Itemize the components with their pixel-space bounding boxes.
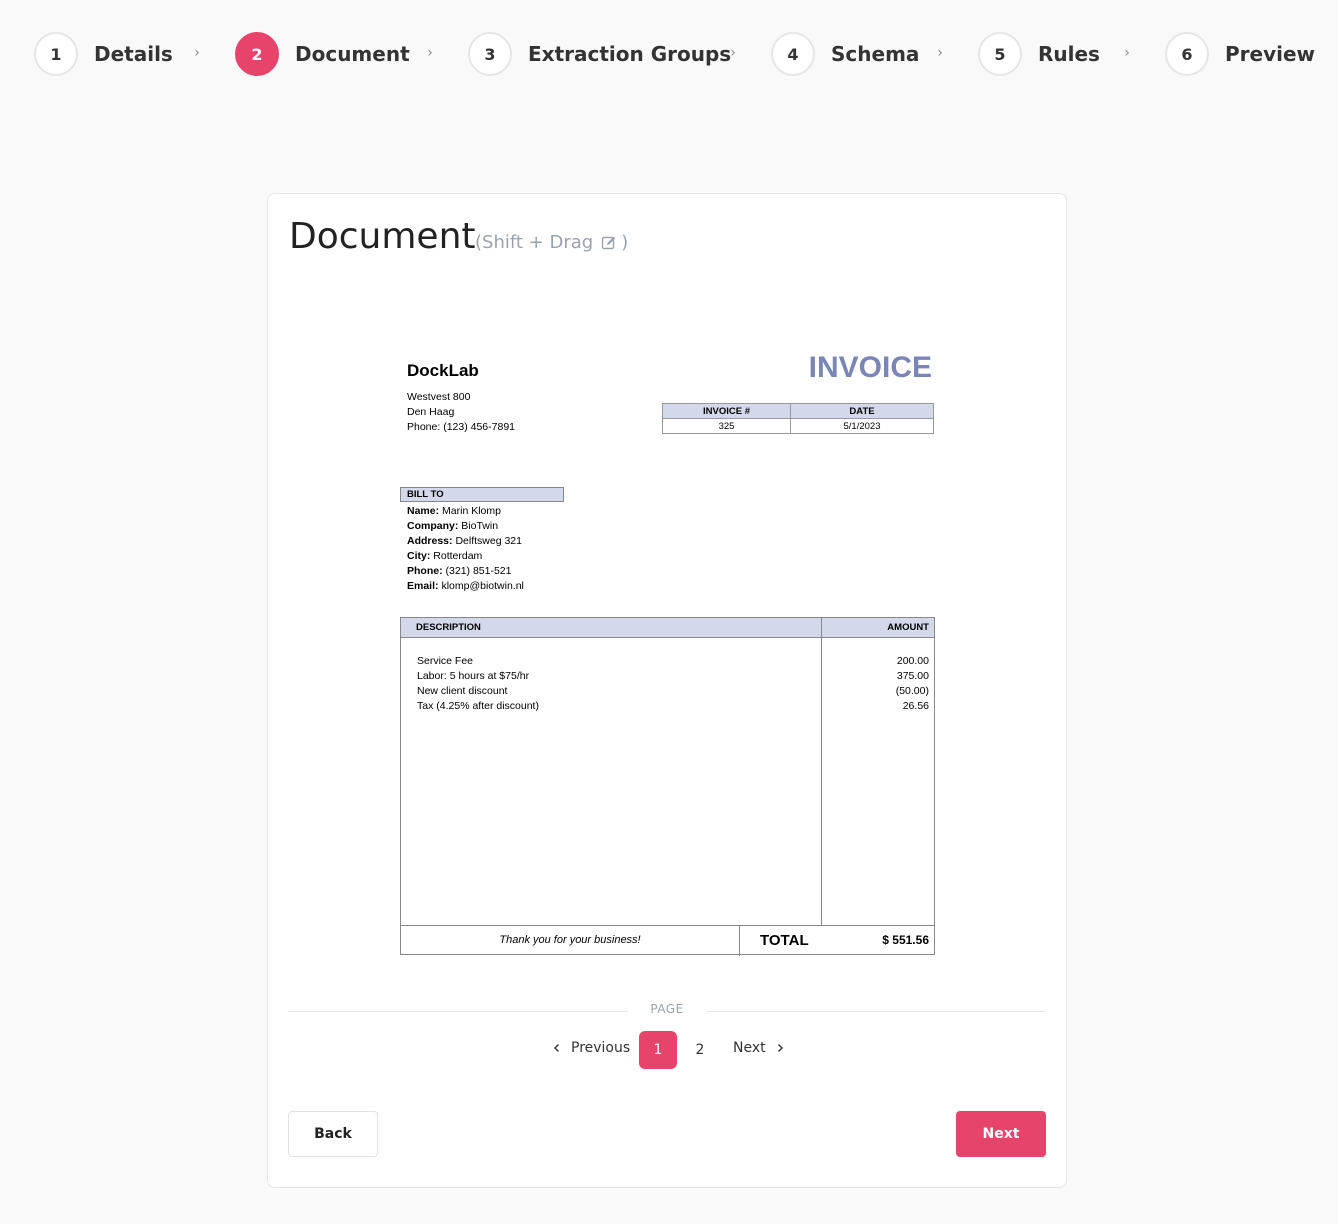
- invoice-meta-table: INVOICE # DATE 325 5/1/2023: [662, 403, 934, 434]
- invoice-number-value: 325: [663, 419, 791, 433]
- step-rules[interactable]: 5 Rules: [978, 32, 1100, 76]
- field-label: City:: [407, 550, 431, 562]
- step-label: Details: [94, 42, 173, 66]
- step-label: Extraction Groups: [528, 42, 732, 66]
- step-number: 4: [771, 32, 815, 76]
- drag-hint: (Shift + Drag ): [475, 232, 628, 253]
- bill-to-header: BILL TO: [400, 487, 564, 502]
- bill-to-line: Company: BioTwin: [407, 520, 498, 532]
- date-header: DATE: [791, 404, 933, 419]
- page-2-button[interactable]: 2: [681, 1031, 719, 1069]
- chevron-right-icon: ›: [194, 45, 200, 61]
- step-number: 2: [235, 32, 279, 76]
- company-name: DockLab: [407, 361, 479, 380]
- chevron-right-icon: ›: [1124, 45, 1130, 61]
- field-value: klomp@biotwin.nl: [441, 580, 524, 592]
- item-amount: 375.00: [896, 670, 929, 682]
- divider-line: [706, 1011, 1046, 1012]
- line-items-header: DESCRIPTION AMOUNT: [401, 618, 934, 638]
- step-label: Schema: [831, 42, 920, 66]
- field-value: Delftsweg 321: [455, 535, 522, 547]
- field-value: (321) 851-521: [445, 565, 512, 577]
- wizard-stepper: 1 Details › 2 Document › 3 Extraction Gr…: [0, 0, 1338, 108]
- page-label: PAGE: [650, 1002, 684, 1016]
- page-title: Document: [289, 216, 476, 257]
- step-document[interactable]: 2 Document: [235, 32, 410, 76]
- field-label: Company:: [407, 520, 459, 532]
- document-card: Document (Shift + Drag ) DockLab Westves…: [267, 193, 1067, 1188]
- bill-to-line: Name: Marin Klomp: [407, 505, 501, 517]
- step-schema[interactable]: 4 Schema: [771, 32, 919, 76]
- item-description: Tax (4.25% after discount): [417, 700, 539, 712]
- hint-prefix: (Shift + Drag: [475, 232, 594, 253]
- bill-to-line: Phone: (321) 851-521: [407, 565, 511, 577]
- field-value: Rotterdam: [433, 550, 483, 562]
- field-label: Name:: [407, 505, 440, 517]
- back-button[interactable]: Back: [288, 1111, 378, 1157]
- bill-to-line: Address: Delftsweg 321: [407, 535, 522, 547]
- page-divider: PAGE: [288, 1002, 1046, 1020]
- line-items-footer: Thank you for your business! TOTAL $ 551…: [401, 925, 934, 956]
- chevron-right-icon: [777, 1044, 783, 1052]
- field-value: Marin Klomp: [442, 505, 501, 517]
- step-number: 3: [468, 32, 512, 76]
- step-label: Preview: [1225, 42, 1316, 66]
- item-description: Service Fee: [417, 655, 474, 667]
- address-line: Phone: (123) 456-7891: [407, 421, 515, 433]
- step-preview[interactable]: 6 Preview: [1165, 32, 1315, 76]
- hint-suffix: ): [621, 232, 629, 253]
- pagination: Previous 1 2 Next: [268, 1031, 1068, 1069]
- address-line: Westvest 800: [407, 391, 471, 403]
- next-label: Next: [733, 1040, 766, 1056]
- chevron-left-icon: [554, 1044, 559, 1052]
- edit-icon: [601, 236, 616, 249]
- page-1-button[interactable]: 1: [639, 1031, 677, 1069]
- next-button[interactable]: Next: [956, 1111, 1046, 1157]
- field-label: Phone:: [407, 565, 443, 577]
- item-amount: 200.00: [896, 655, 929, 667]
- total-label: TOTAL: [760, 932, 809, 949]
- step-label: Rules: [1038, 42, 1100, 66]
- date-value: 5/1/2023: [843, 420, 881, 432]
- step-details[interactable]: 1 Details: [34, 32, 173, 76]
- column-divider: [739, 926, 740, 956]
- step-number: 1: [34, 32, 78, 76]
- field-label: Email:: [407, 580, 439, 592]
- field-value: BioTwin: [461, 520, 499, 532]
- address-line: Den Haag: [407, 406, 455, 418]
- chevron-right-icon: ›: [427, 45, 433, 61]
- field-label: Address:: [407, 535, 453, 547]
- item-amount: (50.00): [895, 685, 929, 697]
- bill-to-line: Email: klomp@biotwin.nl: [407, 580, 524, 592]
- column-divider: [821, 618, 822, 926]
- chevron-right-icon: ›: [937, 45, 943, 61]
- invoice-number-header: INVOICE #: [663, 404, 791, 419]
- invoice-title: INVOICE: [808, 351, 932, 384]
- step-number: 6: [1165, 32, 1209, 76]
- amount-header: AMOUNT: [887, 622, 929, 633]
- item-amount: 26.56: [902, 700, 929, 712]
- document-preview[interactable]: DockLab Westvest 800 Den Haag Phone: (12…: [399, 349, 939, 959]
- previous-label: Previous: [571, 1040, 631, 1056]
- line-items-table: DESCRIPTION AMOUNT Service Fee 200.00 La…: [400, 617, 935, 956]
- item-description: New client discount: [417, 685, 508, 697]
- bill-to-line: City: Rotterdam: [407, 550, 482, 562]
- description-header: DESCRIPTION: [416, 622, 481, 633]
- step-label: Document: [295, 42, 410, 66]
- next-page-button[interactable]: Next: [733, 1040, 785, 1056]
- step-extraction-groups[interactable]: 3 Extraction Groups: [468, 32, 731, 76]
- step-number: 5: [978, 32, 1022, 76]
- total-value: $ 551.56: [882, 933, 929, 947]
- thank-you-note: Thank you for your business!: [499, 934, 641, 946]
- previous-page-button[interactable]: Previous: [552, 1040, 630, 1056]
- chevron-right-icon: ›: [730, 45, 736, 61]
- item-description: Labor: 5 hours at $75/hr: [417, 670, 530, 682]
